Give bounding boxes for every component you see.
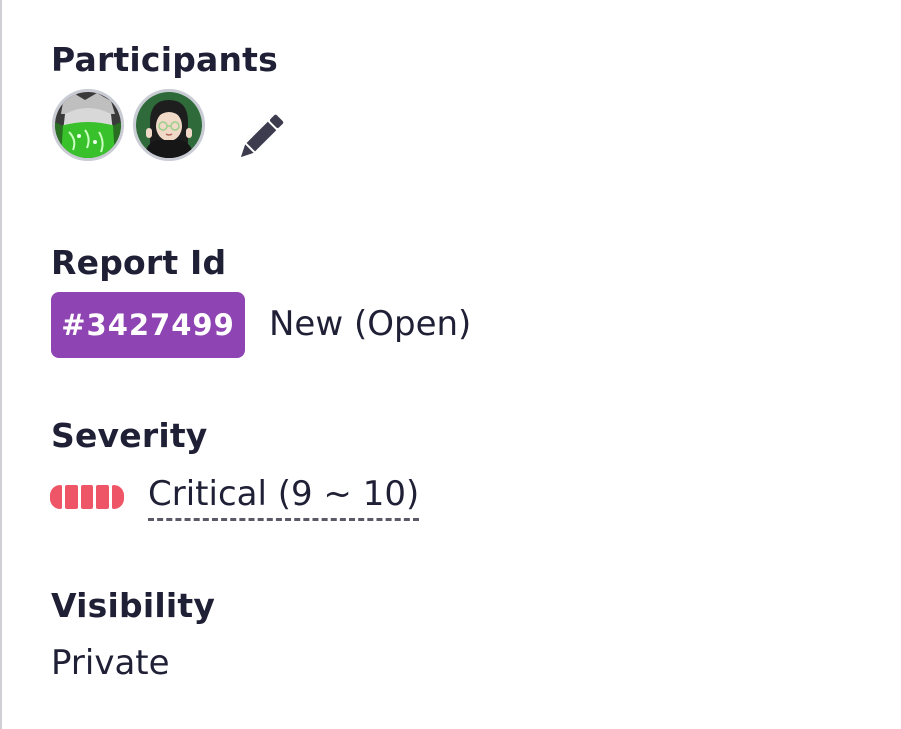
- severity-segment: [111, 485, 125, 509]
- pencil-icon: [230, 114, 290, 172]
- report-id-heading: Report Id: [51, 243, 227, 282]
- severity-heading: Severity: [51, 416, 208, 455]
- edit-participants-button[interactable]: [230, 108, 290, 168]
- severity-segment: [50, 485, 63, 509]
- participant-avatar-2[interactable]: [133, 89, 205, 161]
- report-status: New (Open): [269, 304, 472, 344]
- severity-segment: [65, 485, 78, 509]
- visibility-heading: Visibility: [51, 586, 216, 625]
- severity-segment: [96, 485, 109, 509]
- severity-segment: [80, 485, 94, 509]
- severity-level-bar: [50, 485, 125, 509]
- participant-avatar-1[interactable]: [52, 89, 124, 161]
- report-details-panel: Participants Report Id #3427499 New (Ope…: [0, 0, 901, 729]
- report-id-badge[interactable]: #3427499: [51, 292, 245, 358]
- participants-avatar-list: [52, 89, 214, 161]
- visibility-value: Private: [51, 643, 170, 683]
- severity-value[interactable]: Critical (9 ~ 10): [148, 474, 420, 521]
- participants-heading: Participants: [51, 40, 279, 79]
